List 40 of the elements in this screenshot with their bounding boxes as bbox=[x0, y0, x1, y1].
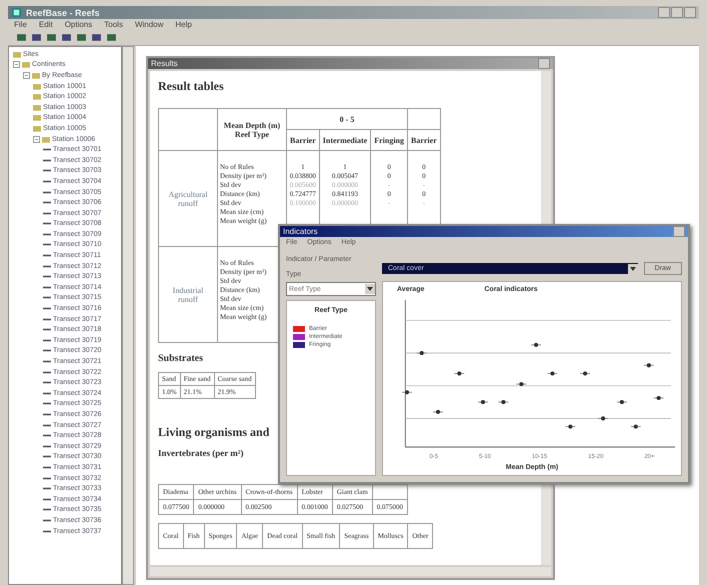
collapse-toggle[interactable] bbox=[13, 61, 20, 68]
maximize-button[interactable] bbox=[671, 7, 683, 18]
section-heading: Invertebrates (per m²) bbox=[158, 448, 244, 458]
menu-item[interactable]: Help bbox=[175, 20, 192, 29]
close-button[interactable] bbox=[684, 7, 696, 18]
window-title: Indicators bbox=[283, 227, 318, 236]
section-heading: Result tables bbox=[158, 79, 225, 94]
toolbar-icon[interactable] bbox=[106, 32, 117, 43]
row-header: Industrial runoff bbox=[158, 246, 218, 342]
toolbar-icon[interactable] bbox=[91, 32, 102, 43]
section-heading: Substrates bbox=[158, 353, 204, 364]
window-title: Results bbox=[151, 59, 178, 68]
close-button[interactable] bbox=[538, 58, 550, 69]
window-title: ReefBase - Reefs bbox=[26, 8, 100, 18]
close-button[interactable] bbox=[673, 226, 685, 237]
collapse-toggle[interactable] bbox=[33, 136, 40, 143]
toolbar-icon[interactable] bbox=[46, 32, 57, 43]
app-icon bbox=[11, 7, 22, 18]
menu-item[interactable]: Tools bbox=[104, 20, 123, 29]
column-header: Intermediate bbox=[319, 130, 371, 150]
caret-icon bbox=[365, 284, 375, 294]
row-header: Agricultural runoff bbox=[158, 150, 218, 246]
collapse-toggle[interactable] bbox=[23, 72, 30, 79]
minimize-button[interactable] bbox=[658, 7, 670, 18]
toolbar-icon[interactable] bbox=[76, 32, 87, 43]
column-header: Barrier bbox=[407, 130, 440, 150]
column-header: Barrier bbox=[286, 130, 320, 150]
menu-item[interactable]: Edit bbox=[38, 20, 53, 29]
menu-item[interactable]: File bbox=[14, 20, 27, 29]
column-header: Mean Depth (m) Reef Type bbox=[218, 108, 286, 150]
menu-item[interactable]: Window bbox=[134, 20, 164, 29]
toolbar-icon[interactable] bbox=[31, 32, 42, 43]
column-header: Fringing bbox=[370, 130, 408, 150]
toolbar-icon[interactable] bbox=[61, 32, 72, 43]
section-heading: Living organisms and bbox=[158, 425, 270, 440]
table-cell bbox=[407, 108, 440, 130]
menu-item[interactable]: Options bbox=[64, 20, 92, 29]
toolbar-icon[interactable] bbox=[16, 32, 27, 43]
column-header: 0 - 5 bbox=[286, 108, 408, 130]
table-cell bbox=[158, 108, 218, 150]
